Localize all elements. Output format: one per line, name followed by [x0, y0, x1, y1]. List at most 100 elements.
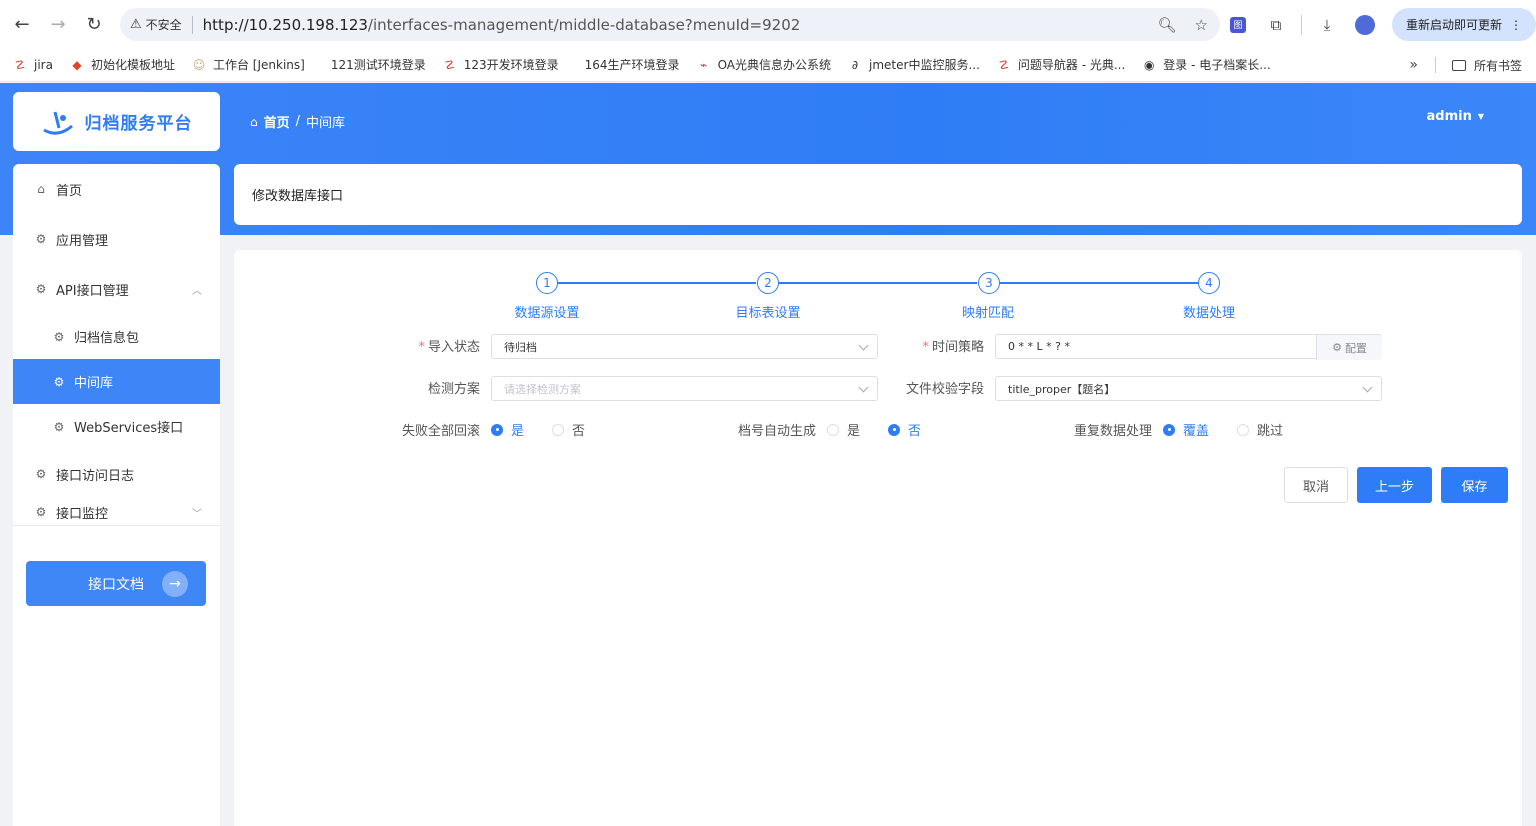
gear-icon: ⚙ [53, 329, 65, 344]
sidebar-clip: ⚙ 接口监控 ﹀ [13, 499, 220, 525]
bookmark-item[interactable]: 164生产环境登录 [585, 56, 680, 73]
bookmark-item[interactable]: ☡ jira [12, 57, 53, 73]
star-icon[interactable]: ☆ [1195, 16, 1208, 34]
forward-icon[interactable]: → [40, 6, 76, 42]
archno-yes-radio[interactable]: 是 [827, 420, 860, 439]
save-button[interactable]: 保存 [1441, 467, 1508, 503]
config-button[interactable]: ⚙ 配置 [1316, 335, 1382, 360]
extensions-icon[interactable]: ⧉ [1261, 10, 1291, 40]
chevron-down-icon [1362, 382, 1373, 393]
required-mark: * [922, 340, 929, 355]
url-text[interactable]: http://10.250.198.123/interfaces-managem… [203, 16, 801, 34]
chevron-down-icon [858, 340, 869, 351]
bookmarks-divider [1435, 57, 1436, 73]
breadcrumb-current: 中间库 [306, 116, 346, 131]
bookmarks-bar: ☡ jira ◆ 初始化模板地址 ☺ 工作台 [Jenkins] 121测试环境登录 … [0, 48, 1536, 82]
toolbar-divider [1300, 14, 1302, 35]
radio-dot [827, 423, 839, 436]
sidebar-item-home[interactable]: ⌂ 首页 [13, 164, 220, 214]
extension-translate-icon[interactable]: 图 [1223, 10, 1253, 40]
archno-label: 档号自动生成 [737, 424, 816, 439]
security-chip[interactable]: ⚠ 不安全 [130, 16, 182, 33]
step-2-label[interactable]: 目标表设置 [708, 302, 828, 321]
required-mark: * [418, 340, 425, 355]
reload-icon[interactable]: ↻ [76, 6, 112, 42]
all-bookmarks[interactable]: 所有书签 [1451, 48, 1522, 82]
rollback-no-radio[interactable]: 否 [552, 420, 585, 439]
step-3-label[interactable]: 映射匹配 [928, 302, 1048, 321]
cancel-button[interactable]: 取消 [1284, 467, 1348, 503]
time-strategy-label: * 时间策略 [922, 340, 984, 355]
sidebar-item-app-management[interactable]: ⚙ 应用管理 [13, 214, 220, 264]
security-label: 不安全 [145, 18, 182, 32]
time-strategy-input[interactable]: 0 * * L * ? * ⚙ 配置 [995, 334, 1382, 360]
duplicate-skip-radio[interactable]: 跳过 [1237, 420, 1283, 439]
file-check-label: 文件校验字段 [905, 382, 984, 397]
step-4-circle[interactable]: 4 [1198, 272, 1220, 294]
user-menu[interactable]: admin ▼ [1427, 109, 1485, 124]
bookmarks-overflow-icon[interactable]: » [1409, 48, 1418, 82]
globe-icon: ◉ [1144, 57, 1155, 72]
address-bar[interactable]: ⚠ 不安全 http://10.250.198.123/interfaces-m… [120, 8, 1220, 41]
archno-no-radio[interactable]: 否 [888, 420, 921, 439]
url-path: /interfaces-management/middle-database?m… [367, 15, 801, 34]
zoom-icon[interactable]: 🔍︎ [1158, 16, 1177, 34]
bookmark-item[interactable]: ◉ 登录 - 电子档案长... [1141, 56, 1271, 73]
arrow-right-icon: → [162, 571, 188, 597]
step-2-circle[interactable]: 2 [757, 272, 779, 294]
update-button[interactable]: 重新启动即可更新 ⋮ [1391, 8, 1536, 41]
jmeter-icon: ∂ [851, 57, 859, 72]
sidebar-item-archive-package[interactable]: ⚙ 归档信息包 [13, 314, 220, 359]
previous-step-button[interactable]: 上一步 [1357, 467, 1432, 503]
check-scheme-label: 检测方案 [427, 382, 480, 397]
home-icon: ⌂ [250, 114, 258, 129]
omnibox-divider [191, 15, 193, 34]
import-status-label: * 导入状态 [418, 340, 480, 355]
bookmark-item[interactable]: ∂ jmeter中监控服务... [847, 56, 980, 73]
gear-icon: ⚙ [1332, 341, 1342, 354]
import-status-select[interactable]: 待归档 [491, 334, 878, 359]
check-scheme-select[interactable]: 请选择检测方案 [491, 376, 878, 401]
download-icon[interactable]: ⤓ [1312, 10, 1342, 40]
breadcrumb-separator: / [295, 114, 301, 129]
sidebar-item-access-log[interactable]: ⚙ 接口访问日志 [13, 449, 220, 499]
profile-icon[interactable] [1350, 10, 1380, 40]
sidebar-item-api-management[interactable]: ⚙ API接口管理 ︿ [13, 264, 220, 314]
oa-icon: ⌁ [699, 57, 708, 72]
duplicate-overwrite-radio[interactable]: 覆盖 [1163, 420, 1209, 439]
url-host: http://10.250.198.123 [202, 15, 368, 34]
browser-toolbar: ← → ↻ ⚠ 不安全 http://10.250.198.123/interf… [0, 0, 1536, 48]
sidebar-item-middle-database[interactable]: ⚙ 中间库 [13, 359, 220, 404]
sidebar-divider [13, 525, 220, 526]
gear-icon: ⚙ [53, 374, 65, 389]
app-root: 归档服务平台 ⌂ 首页 / 中间库 admin ▼ ⌂ 首页 ⚙ 应用管理 ⚙ … [0, 83, 1536, 826]
radio-dot [491, 423, 503, 436]
step-4-label[interactable]: 数据处理 [1149, 302, 1269, 321]
bookmark-item[interactable]: ☡ 123开发环境登录 [442, 56, 558, 73]
sidebar-item-webservices[interactable]: ⚙ WebServices接口 [13, 404, 220, 449]
file-check-select[interactable]: title_proper【题名】 [995, 376, 1382, 401]
breadcrumb: ⌂ 首页 / 中间库 [250, 112, 345, 131]
bookmark-item[interactable]: ☡ 问题导航器 - 光典... [996, 56, 1126, 73]
logo-text: 归档服务平台 [84, 114, 193, 134]
bookmark-item[interactable]: ☺ 工作台 [Jenkins] [191, 56, 305, 73]
step-connector [779, 282, 977, 284]
gear-icon: ⚙ [53, 419, 65, 434]
radio-dot [888, 423, 900, 436]
logo[interactable]: 归档服务平台 [13, 92, 220, 151]
bookmark-item[interactable]: 121测试环境登录 [331, 56, 426, 73]
step-1-label[interactable]: 数据源设置 [487, 302, 607, 321]
step-1-circle[interactable]: 1 [536, 272, 558, 294]
rollback-yes-radio[interactable]: 是 [491, 420, 524, 439]
page-title-card: 修改数据库接口 [234, 164, 1522, 225]
update-label: 重新启动即可更新 [1405, 18, 1502, 32]
back-icon[interactable]: ← [4, 6, 40, 42]
sidebar-item-monitor[interactable]: ⚙ 接口监控 ﹀ [13, 499, 220, 525]
main-card: 1 2 3 4 数据源设置 目标表设置 映射匹配 数据处理 * 导入状态 待归档 … [234, 250, 1522, 826]
api-doc-button[interactable]: 接口文档 → [26, 561, 206, 606]
step-3-circle[interactable]: 3 [978, 272, 1000, 294]
radio-dot [1163, 423, 1175, 436]
bookmark-item[interactable]: ⌁ OA光典信息办公系统 [696, 56, 831, 73]
bookmark-item[interactable]: ◆ 初始化模板地址 [69, 56, 175, 73]
breadcrumb-home[interactable]: 首页 [264, 112, 290, 131]
